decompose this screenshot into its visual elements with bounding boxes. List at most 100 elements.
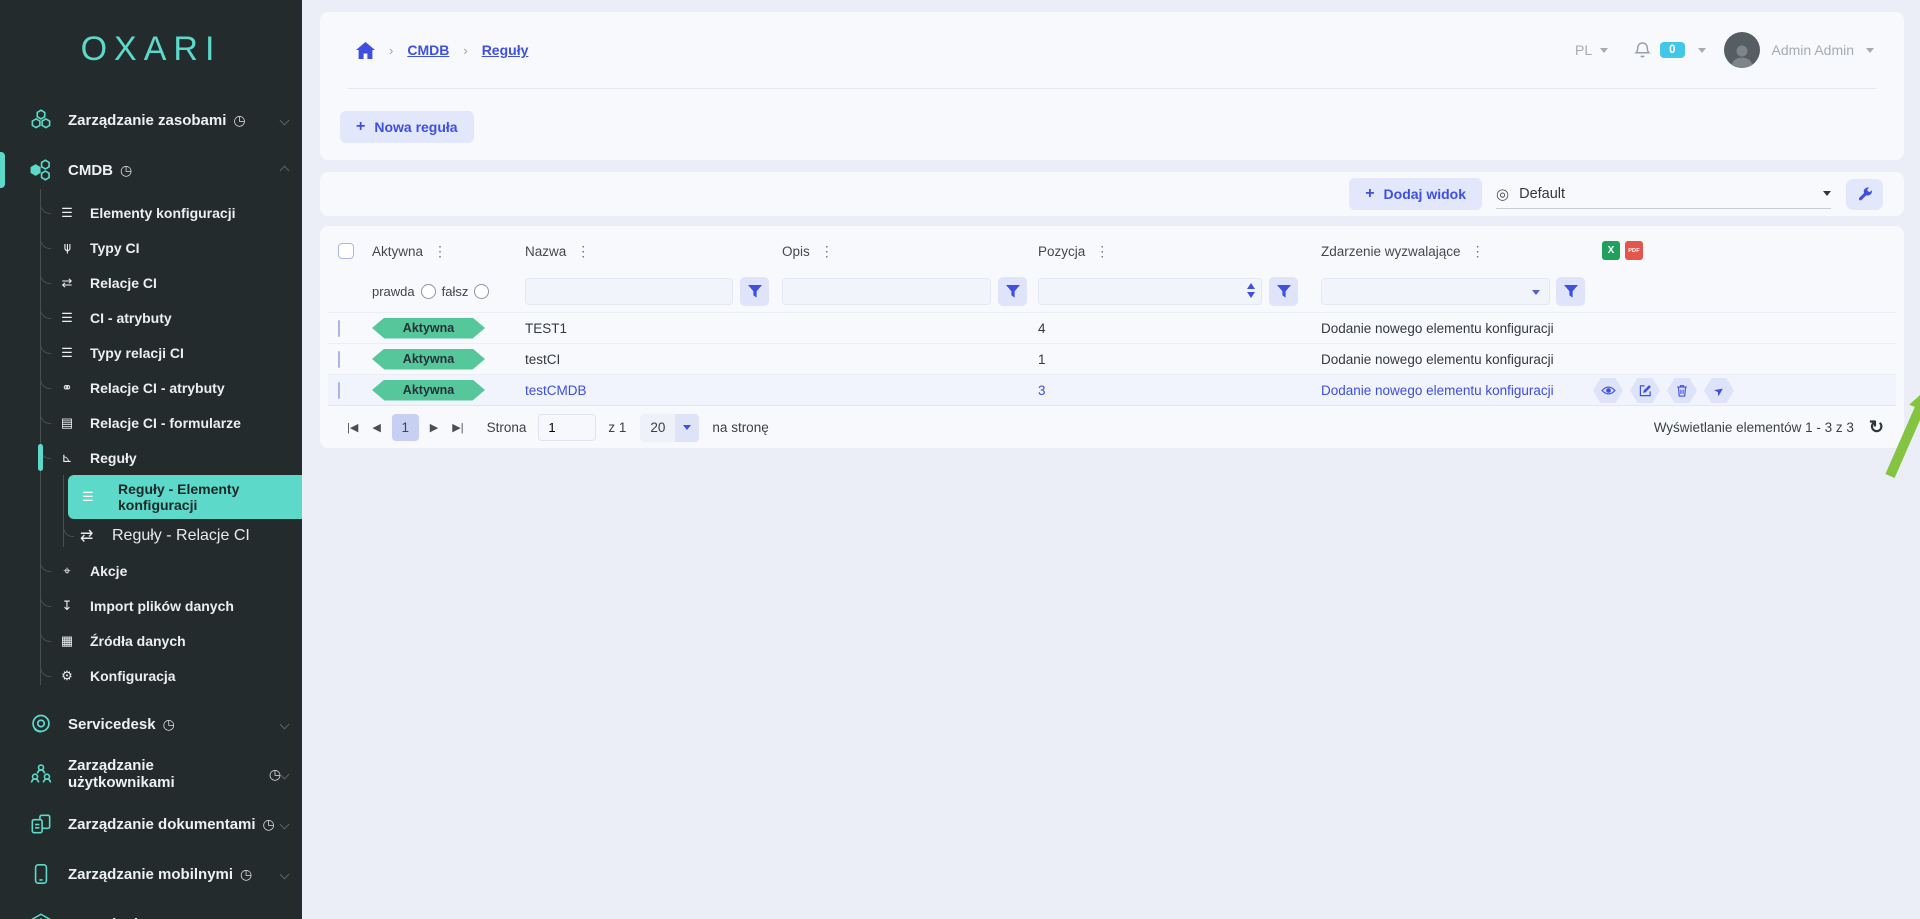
filter-false-radio[interactable] xyxy=(474,284,489,299)
filter-position-input[interactable] xyxy=(1038,278,1262,305)
sidebar-item-konfiguracja[interactable]: ⚙ Konfiguracja xyxy=(0,658,302,693)
row-checkbox[interactable] xyxy=(338,382,340,399)
sidebar-item-reguly-elementy-konfiguracji[interactable]: ☰ Reguły - Elementy konfiguracji xyxy=(68,475,302,519)
column-menu-icon[interactable]: ⋮ xyxy=(1471,243,1485,260)
table-row[interactable]: Aktywna testCI 1 Dodanie nowego elementu… xyxy=(328,343,1896,374)
link-icon: ⚭ xyxy=(56,380,78,396)
column-header[interactable]: Zdarzenie wyzwalające xyxy=(1321,244,1461,259)
filter-funnel-button[interactable] xyxy=(740,277,769,306)
breadcrumb-separator: › xyxy=(463,43,467,58)
page-size-select[interactable]: 20 xyxy=(640,414,699,442)
eye-icon xyxy=(1601,385,1616,396)
sidebar-item-zarzadzanie-dokumentami[interactable]: Zarządzanie dokumentami ◷ xyxy=(0,799,302,849)
notification-badge[interactable]: 0 xyxy=(1660,42,1684,58)
prev-page-button[interactable]: ◀ xyxy=(365,417,387,438)
view-select[interactable]: ◎ Default xyxy=(1496,179,1831,209)
table-settings-button[interactable] xyxy=(1846,179,1883,210)
filter-event-select[interactable] xyxy=(1321,278,1550,305)
list-icon: ☰ xyxy=(56,310,78,326)
first-page-button[interactable]: |◀ xyxy=(340,417,365,438)
add-view-button[interactable]: + Dodaj widok xyxy=(1349,178,1482,210)
new-rule-button[interactable]: + Nowa reguła xyxy=(340,111,474,143)
table-row[interactable]: Aktywna testCMDB 3 Dodanie nowego elemen… xyxy=(328,374,1896,405)
column-menu-icon[interactable]: ⋮ xyxy=(576,243,590,260)
sidebar-item-zarzadzanie-zasobami[interactable]: Zarządzanie zasobami ◷ xyxy=(0,95,302,145)
sidebar: OXARI Zarządzanie zasobami ◷ xyxy=(0,0,302,919)
edit-row-button[interactable] xyxy=(1630,378,1660,403)
column-header[interactable]: Opis xyxy=(782,244,810,259)
sidebar-item-zarzadzanie-mobilnymi[interactable]: Zarządzanie mobilnymi ◷ xyxy=(0,849,302,899)
column-menu-icon[interactable]: ⋮ xyxy=(1095,243,1109,260)
filter-funnel-button[interactable] xyxy=(1269,277,1298,306)
rules-table-card: Aktywna ⋮ Nazwa ⋮ Opis ⋮ Pozycja ⋮ Zdarzenie… xyxy=(320,226,1904,448)
number-stepper[interactable] xyxy=(1247,283,1255,298)
sync-icon: ⇄ xyxy=(56,275,78,291)
filter-true-radio[interactable] xyxy=(421,284,436,299)
filter-name-input[interactable] xyxy=(525,278,733,305)
row-checkbox[interactable] xyxy=(338,351,340,368)
breadcrumb-reguly[interactable]: Reguły xyxy=(482,42,529,58)
sidebar-item-cmdb[interactable]: CMDB ◷ xyxy=(0,145,302,195)
filter-funnel-button[interactable] xyxy=(1556,277,1585,306)
view-icon: ◎ xyxy=(1496,185,1509,203)
view-row-button[interactable] xyxy=(1593,378,1623,403)
chevron-down-icon[interactable] xyxy=(1600,48,1608,53)
gauge-icon: ◷ xyxy=(263,816,275,833)
language-selector[interactable]: PL xyxy=(1575,42,1592,58)
page-number-input[interactable] xyxy=(538,414,596,441)
chevron-down-icon[interactable] xyxy=(1698,48,1706,53)
plus-icon: + xyxy=(356,118,365,136)
main-content: › CMDB › Reguły PL 0 xyxy=(302,0,1920,919)
list-icon: ☰ xyxy=(56,205,78,221)
refresh-icon[interactable]: ↻ xyxy=(1869,417,1884,438)
active-indicator xyxy=(38,444,43,471)
sidebar-item-ustawienia[interactable]: Ustawienia ◷ xyxy=(0,899,302,919)
select-all-checkbox[interactable] xyxy=(338,243,354,259)
page-word: Strona xyxy=(487,420,527,435)
user-name[interactable]: Admin Admin xyxy=(1772,42,1854,58)
header-card: › CMDB › Reguły PL 0 xyxy=(320,12,1904,160)
sidebar-item-zarzadzanie-uzytkownikami[interactable]: Zarządzanie użytkownikami ◷ xyxy=(0,749,302,799)
bell-icon[interactable] xyxy=(1634,41,1651,59)
filter-description-input[interactable] xyxy=(782,278,991,305)
avatar[interactable] xyxy=(1724,32,1760,68)
table-row[interactable]: Aktywna TEST1 4 Dodanie nowego elementu … xyxy=(328,312,1896,343)
cell-position: 3 xyxy=(1038,383,1321,398)
last-page-button[interactable]: ▶| xyxy=(445,417,470,438)
chevron-down-icon xyxy=(1823,191,1831,196)
sidebar-item-label: Zarządzanie zasobami xyxy=(68,112,226,129)
chevron-down-icon[interactable] xyxy=(1866,48,1874,53)
filter-true-label: prawda xyxy=(372,284,415,299)
export-excel-icon[interactable]: X xyxy=(1602,241,1620,260)
delete-row-button[interactable] xyxy=(1667,378,1697,403)
filter-false-label: fałsz xyxy=(442,284,469,299)
send-row-button[interactable]: ➤ xyxy=(1704,378,1734,403)
assets-hexagons-icon xyxy=(28,107,54,133)
next-page-button[interactable]: ▶ xyxy=(423,417,445,438)
items-summary: Wyświetlanie elementów 1 - 3 z 3 xyxy=(1654,420,1854,435)
row-actions: ➤ xyxy=(1593,378,1734,403)
cell-name-link[interactable]: testCMDB xyxy=(525,383,782,398)
column-header[interactable]: Pozycja xyxy=(1038,244,1085,259)
cell-event: Dodanie nowego elementu konfiguracji xyxy=(1321,352,1896,367)
sidebar-item-servicedesk[interactable]: Servicedesk ◷ xyxy=(0,699,302,749)
column-header[interactable]: Aktywna xyxy=(372,244,423,259)
cell-position: 4 xyxy=(1038,321,1321,336)
status-badge: Aktywna xyxy=(372,349,485,370)
active-indicator xyxy=(0,152,5,188)
trash-icon xyxy=(1676,384,1688,397)
column-menu-icon[interactable]: ⋮ xyxy=(433,243,447,260)
gauge-icon: ◷ xyxy=(233,112,245,129)
gauge-icon: ◷ xyxy=(240,866,252,883)
import-icon: ↧ xyxy=(56,598,78,614)
column-menu-icon[interactable]: ⋮ xyxy=(820,243,834,260)
home-icon[interactable] xyxy=(356,42,375,59)
row-checkbox[interactable] xyxy=(338,320,340,337)
filter-funnel-button[interactable] xyxy=(998,277,1027,306)
sidebar-item-reguly[interactable]: ⊾ Reguły xyxy=(0,440,302,475)
settings-hexagon-icon xyxy=(28,911,54,919)
breadcrumb-cmdb[interactable]: CMDB xyxy=(407,42,449,58)
column-header[interactable]: Nazwa xyxy=(525,244,566,259)
export-pdf-icon[interactable]: PDF xyxy=(1625,241,1643,260)
current-page-button[interactable]: 1 xyxy=(392,414,419,441)
